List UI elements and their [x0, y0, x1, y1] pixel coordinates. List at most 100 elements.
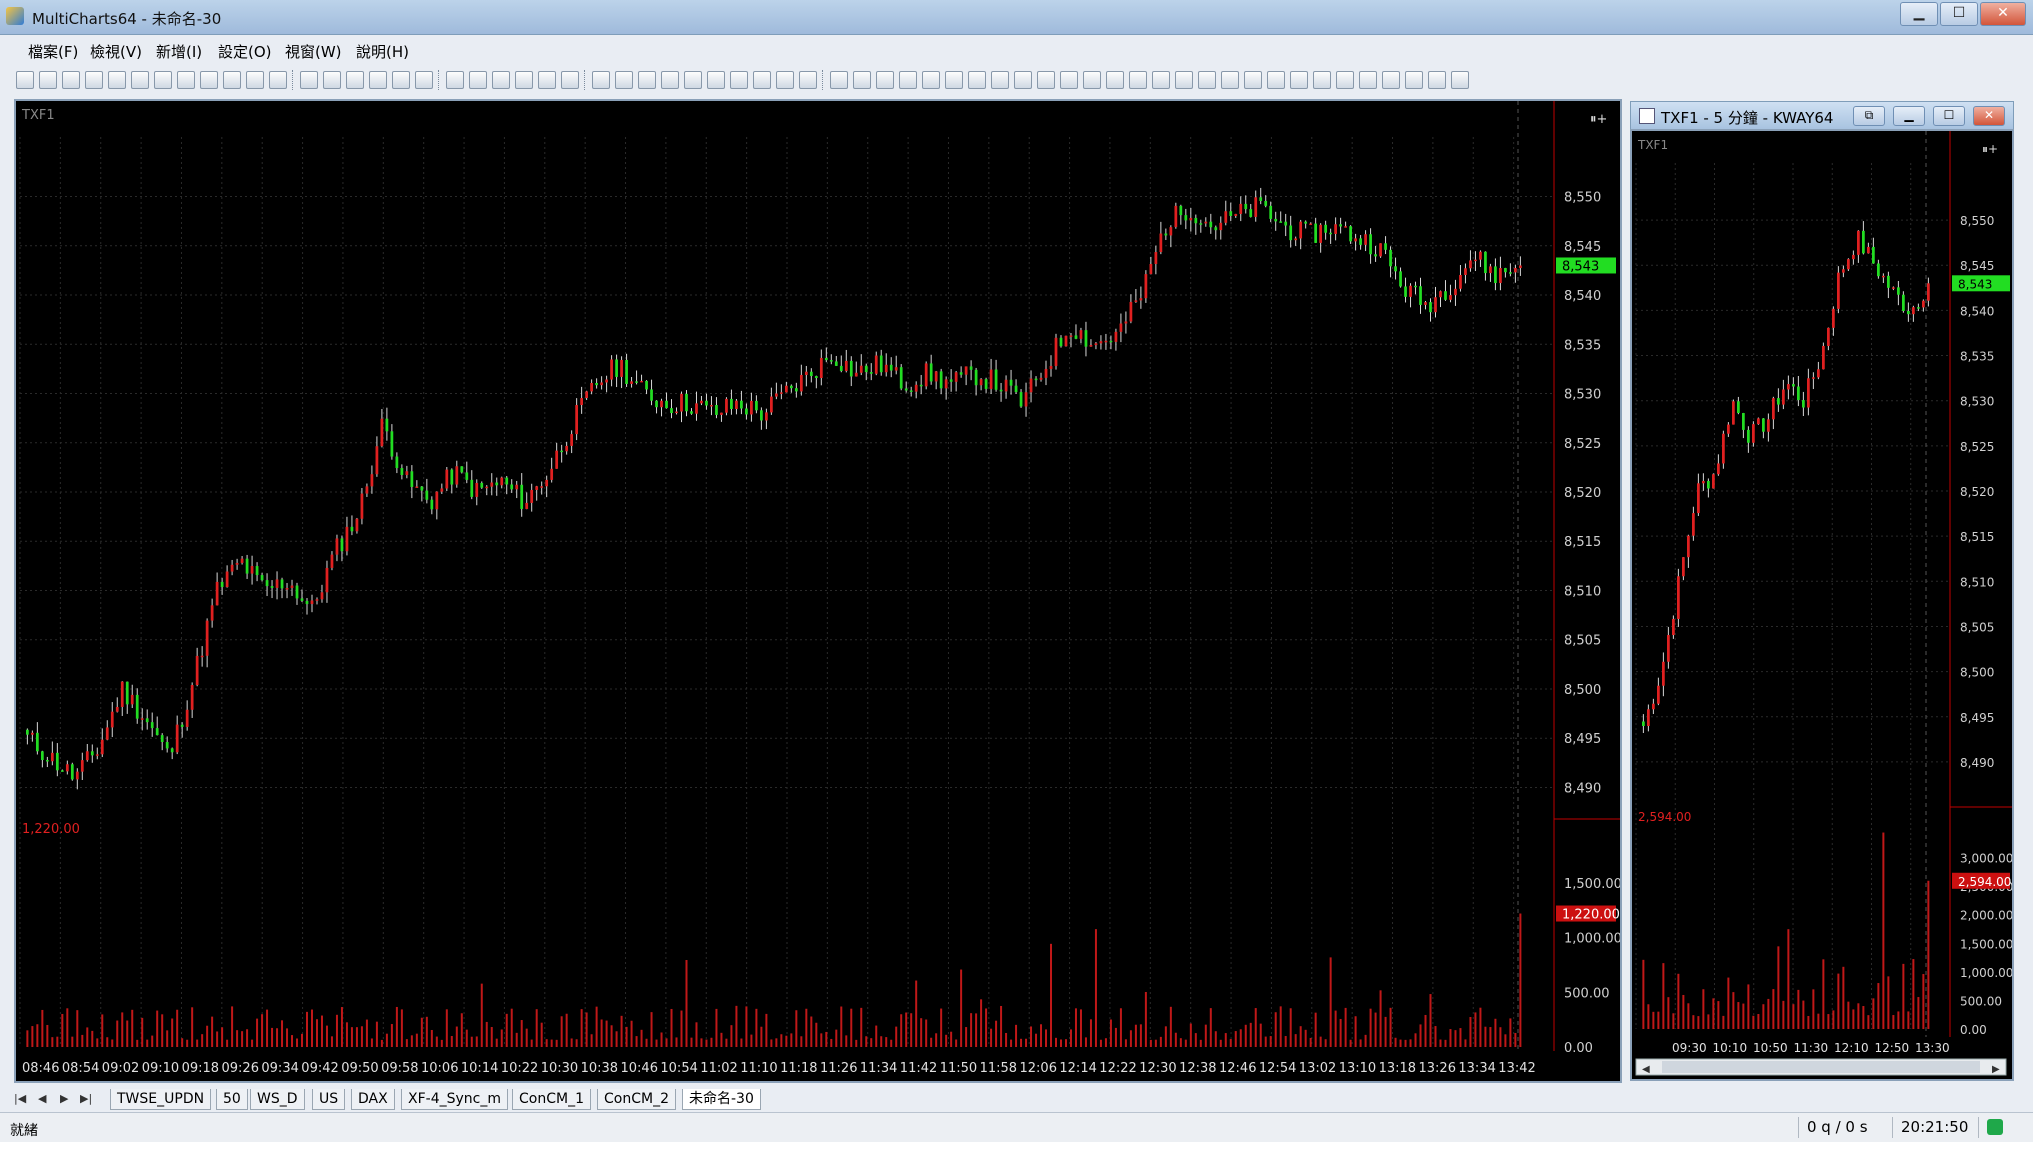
bar-icon[interactable] — [446, 71, 464, 89]
tab-dax[interactable]: DAX — [351, 1089, 395, 1110]
zoom-in-icon[interactable] — [108, 71, 126, 89]
save-icon[interactable] — [1014, 71, 1032, 89]
time-tick-label: 10:30 — [541, 1061, 578, 1076]
zoom-in-icon[interactable] — [1060, 71, 1078, 89]
tab-xf-4-sync-m[interactable]: XF-4_Sync_m — [401, 1089, 508, 1110]
candle-icon[interactable] — [1405, 71, 1423, 89]
new-icon[interactable] — [1428, 71, 1446, 89]
candle-up — [1044, 368, 1048, 378]
volume-bar — [475, 1036, 478, 1047]
candle-up — [440, 488, 444, 492]
zoom-in-icon[interactable] — [1290, 71, 1308, 89]
print-icon[interactable] — [799, 71, 817, 89]
open-icon[interactable] — [753, 71, 771, 89]
menu-view[interactable]: 檢視(V) — [90, 41, 142, 62]
open-icon[interactable] — [1451, 71, 1469, 89]
open-icon[interactable] — [515, 71, 533, 89]
new-icon[interactable] — [730, 71, 748, 89]
menu-window[interactable]: 視窗(W) — [285, 41, 342, 62]
open-icon[interactable] — [269, 71, 287, 89]
tab-first-icon[interactable]: |◀ — [14, 1092, 26, 1105]
bar-icon[interactable] — [684, 71, 702, 89]
tab-untitled-30[interactable]: 未命名-30 — [682, 1089, 761, 1110]
minimize-button[interactable]: ▁ — [1900, 2, 1938, 26]
side-close-button[interactable]: ✕ — [1973, 106, 2005, 126]
volume-bar — [955, 1039, 958, 1047]
zoom-in-icon[interactable] — [830, 71, 848, 89]
menu-settings[interactable]: 設定(O) — [218, 41, 272, 62]
candle-icon[interactable] — [945, 71, 963, 89]
candle-icon[interactable] — [223, 71, 241, 89]
open-icon[interactable] — [1221, 71, 1239, 89]
open-icon[interactable] — [991, 71, 1009, 89]
side-chart-window[interactable]: 8,550 8,545 8,540 8,535 8,530 8,525 8,520 8,515… — [1630, 129, 2014, 1081]
candle-icon[interactable] — [469, 71, 487, 89]
side-chart[interactable]: 8,550 8,545 8,540 8,535 8,530 8,525 8,520 8,515… — [1632, 131, 2013, 1079]
candle-icon[interactable] — [707, 71, 725, 89]
zoom-out-icon[interactable] — [1313, 71, 1331, 89]
side-minimize-button[interactable]: ▁ — [1893, 106, 1925, 126]
cursor-icon[interactable] — [1129, 71, 1147, 89]
bar-icon[interactable] — [1382, 71, 1400, 89]
cursor-icon[interactable] — [1359, 71, 1377, 89]
save-icon[interactable] — [1244, 71, 1262, 89]
zoom-out-icon[interactable] — [853, 71, 871, 89]
tab-50[interactable]: 50 — [216, 1089, 248, 1110]
bar-icon[interactable] — [1152, 71, 1170, 89]
side-maximize-button[interactable]: ☐ — [1933, 106, 1965, 126]
zoom-out-icon[interactable] — [615, 71, 633, 89]
tab-concm-2[interactable]: ConCM_2 — [597, 1089, 676, 1110]
save-icon[interactable] — [300, 71, 318, 89]
zoom-out-icon[interactable] — [369, 71, 387, 89]
print-icon[interactable] — [85, 71, 103, 89]
zoom-in-icon[interactable] — [592, 71, 610, 89]
menu-help[interactable]: 說明(H) — [356, 41, 409, 62]
zoom-in-icon[interactable] — [346, 71, 364, 89]
print-icon[interactable] — [323, 71, 341, 89]
hand-icon[interactable] — [638, 71, 656, 89]
cursor-icon[interactable] — [415, 71, 433, 89]
bar-icon[interactable] — [200, 71, 218, 89]
bar-icon[interactable] — [922, 71, 940, 89]
maximize-button[interactable]: ☐ — [1940, 2, 1978, 26]
hand-icon[interactable] — [392, 71, 410, 89]
cursor-icon[interactable] — [177, 71, 195, 89]
side-chart-titlebar[interactable]: TXF1 - 5 分鐘 - KWAY64 ⧉ ▁ ☐ ✕ — [1630, 101, 2014, 130]
candle-icon[interactable] — [1175, 71, 1193, 89]
menu-insert[interactable]: 新增(I) — [156, 41, 202, 62]
save-icon[interactable] — [538, 71, 556, 89]
tab-prev-icon[interactable]: ◀ — [38, 1092, 46, 1105]
print-icon[interactable] — [1267, 71, 1285, 89]
tab-ws-d[interactable]: WS_D — [250, 1089, 305, 1110]
tab-twse-updn[interactable]: TWSE_UPDN — [110, 1089, 212, 1110]
menu-file[interactable]: 檔案(F) — [28, 41, 78, 62]
close-button[interactable]: ✕ — [1980, 2, 2026, 26]
main-chart-window[interactable]: 8,550 8,545 8,540 8,535 8,530 8,525 8,520 8,515… — [14, 99, 1622, 1083]
main-chart[interactable]: 8,550 8,545 8,540 8,535 8,530 8,525 8,520 8,515… — [16, 101, 1622, 1081]
new-icon[interactable] — [16, 71, 34, 89]
cursor-icon[interactable] — [899, 71, 917, 89]
new-icon[interactable] — [1198, 71, 1216, 89]
save-icon[interactable] — [62, 71, 80, 89]
print-icon[interactable] — [1037, 71, 1055, 89]
volume-bar — [990, 1028, 993, 1047]
zoom-out-icon[interactable] — [1083, 71, 1101, 89]
new-icon[interactable] — [968, 71, 986, 89]
new-icon[interactable] — [246, 71, 264, 89]
hand-icon[interactable] — [1336, 71, 1354, 89]
tab-us[interactable]: US — [312, 1089, 346, 1110]
print-icon[interactable] — [561, 71, 579, 89]
volume-bar — [915, 980, 918, 1047]
link-window-button[interactable]: ⧉ — [1853, 106, 1885, 126]
cursor-icon[interactable] — [661, 71, 679, 89]
tab-concm-1[interactable]: ConCM_1 — [512, 1089, 591, 1110]
new-icon[interactable] — [492, 71, 510, 89]
hand-icon[interactable] — [1106, 71, 1124, 89]
tab-last-icon[interactable]: ▶| — [80, 1092, 92, 1105]
save-icon[interactable] — [776, 71, 794, 89]
tab-next-icon[interactable]: ▶ — [60, 1092, 68, 1105]
zoom-out-icon[interactable] — [131, 71, 149, 89]
hand-icon[interactable] — [876, 71, 894, 89]
hand-icon[interactable] — [154, 71, 172, 89]
open-icon[interactable] — [39, 71, 57, 89]
